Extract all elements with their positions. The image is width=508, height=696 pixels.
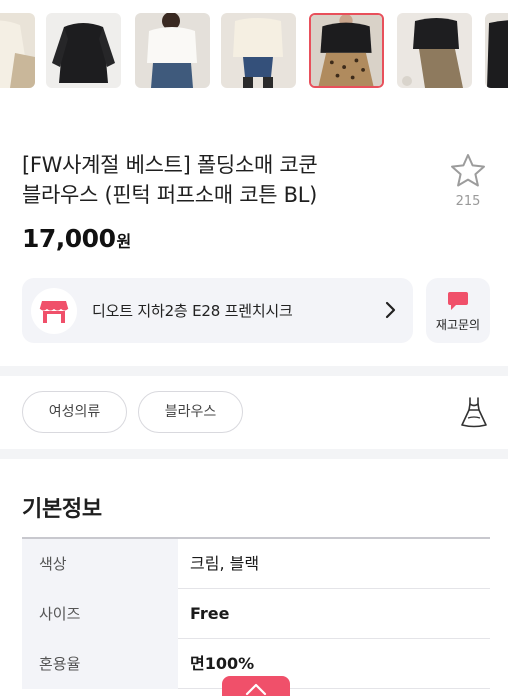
- thumbnail-1[interactable]: [0, 13, 35, 88]
- thumb-black-blouse-floral-skirt-icon: [397, 13, 472, 88]
- dress-icon[interactable]: [460, 396, 488, 428]
- thumbnail-6[interactable]: [397, 13, 472, 88]
- section-divider: [0, 449, 508, 459]
- scroll-to-top-button[interactable]: [222, 676, 290, 696]
- thumb-cream-blouse-icon: [0, 13, 35, 88]
- thumbnail-2[interactable]: [46, 13, 121, 88]
- thumbnail-4[interactable]: [221, 13, 296, 88]
- thumbnail-7[interactable]: [485, 13, 508, 88]
- product-title-line1: [FW사계절 베스트] 폴딩소매 코쿤: [22, 153, 318, 177]
- basic-info-table: 색상 크림, 블랙 사이즈 Free 혼용율 면100%: [22, 537, 490, 689]
- thumb-black-blouse-icon: [46, 13, 121, 88]
- thumbnail-3[interactable]: [135, 13, 210, 88]
- store-icon: [39, 301, 69, 323]
- thumb-white-blouse-jeans-icon: [135, 13, 210, 88]
- thumb-black-blouse-leopard-skirt-icon: [311, 15, 382, 86]
- thumbnail-5-selected[interactable]: [309, 13, 384, 88]
- basic-info-title: 기본정보: [22, 497, 102, 522]
- wishlist-button[interactable]: [449, 152, 487, 190]
- chevron-right-icon: [385, 301, 396, 319]
- row-value-color: 크림, 블랙: [190, 554, 260, 573]
- store-link[interactable]: 디오트 지하2층 E28 프렌치시크: [22, 278, 413, 343]
- stock-inquiry-button[interactable]: 재고문의: [426, 278, 490, 343]
- store-avatar: [31, 288, 77, 334]
- tag-chip-womens-clothing[interactable]: 여성의류: [22, 391, 127, 433]
- row-key-material: 혼용율: [22, 639, 178, 689]
- row-key-size: 사이즈: [22, 589, 178, 639]
- star-icon: [451, 154, 485, 187]
- wishlist-count: 215: [455, 194, 481, 209]
- table-row: 색상 크림, 블랙: [22, 539, 490, 589]
- product-price: 17,000원: [22, 224, 131, 253]
- stock-inquiry-label: 재고문의: [435, 318, 481, 332]
- product-title: [FW사계절 베스트] 폴딩소매 코쿤 블라우스 (핀턱 퍼프소매 코튼 BL): [22, 150, 432, 210]
- product-title-line2: 블라우스 (핀턱 퍼프소매 코튼 BL): [22, 183, 318, 207]
- thumb-cream-blouse-jeans-icon: [221, 13, 296, 88]
- price-currency: 원: [116, 232, 131, 251]
- thumb-black-blouse-partial-icon: [485, 13, 508, 88]
- row-key-color: 색상: [22, 539, 178, 589]
- tag-chip-blouse[interactable]: 블라우스: [138, 391, 243, 433]
- table-row: 사이즈 Free: [22, 589, 490, 639]
- chat-bubble-icon: [448, 292, 468, 310]
- chevron-up-icon: [245, 683, 267, 696]
- section-divider: [0, 366, 508, 376]
- row-value-size: Free: [190, 604, 230, 623]
- price-amount: 17,000: [22, 224, 116, 253]
- store-name: 디오트 지하2층 E28 프렌치시크: [92, 302, 293, 320]
- image-gallery: [0, 0, 508, 100]
